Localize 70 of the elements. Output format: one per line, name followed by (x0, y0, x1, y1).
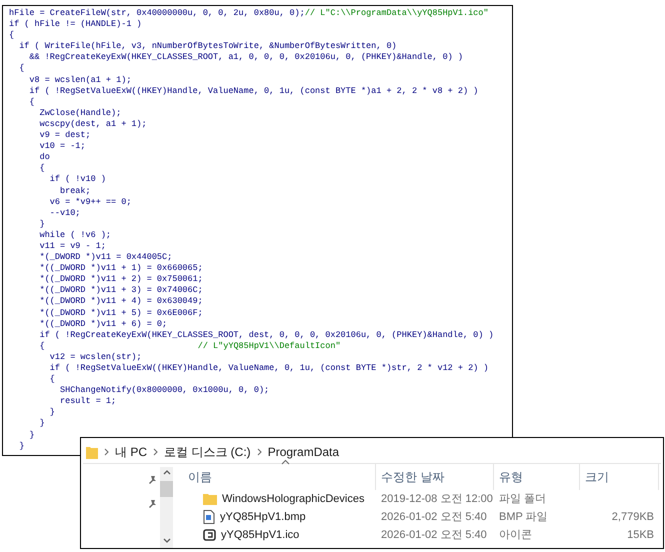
code-line: break; (59, 186, 91, 197)
image-file-icon (203, 510, 215, 524)
code-line: if ( !v10 ) (48, 174, 106, 186)
code-line: if ( hFile != (HANDLE)-1 ) (9, 19, 142, 30)
code-line: { // L"yYQ85HpV1\\DefaultIcon" (38, 340, 341, 352)
scrollbar-thumb[interactable] (160, 481, 173, 497)
pin-icon[interactable] (147, 475, 157, 485)
code-line: SHChangeNotify(0x8000000, 0x1000u, 0, 0); (59, 385, 270, 396)
file-type: 아이콘 (499, 528, 532, 541)
code-line: && !RegCreateKeyExW(HKEY_CLASSES_ROOT, a1, 0, 0, 0, 0x20106u, 0, (PHKEY)&Handle, 0) ) (28, 52, 463, 64)
code-line: v10 = -1; (38, 141, 86, 152)
chevron-icon[interactable] (104, 448, 109, 456)
code-line: *((_DWORD *)v11 + 2) = 0x750061; (38, 274, 203, 286)
modified-date: 2026-01-02 오전 5:40 (381, 528, 487, 541)
column-header[interactable]: 이름 (188, 468, 212, 486)
folder-icon (86, 444, 98, 458)
code-line: wcscpy(dest, a1 + 1); (38, 118, 147, 130)
address-bar[interactable]: 내 PC 로컬 디스크 (C:) ProgramData (83, 440, 661, 464)
breadcrumb-item[interactable]: ProgramData (268, 442, 340, 460)
code-line: v8 = wcslen(a1 + 1); (28, 74, 132, 86)
column-header[interactable]: 크기 (585, 468, 609, 486)
modified-date: 2019-12-08 오전 12:00 (381, 492, 493, 505)
code-line: if ( !RegCreateKeyExW(HKEY_CLASSES_ROOT, dest, 0, 0, 0, 0x20106u, 0, (PHKEY)&Handle, 0) ) (38, 330, 494, 341)
code-line: do (38, 152, 50, 164)
code-line: --v10; (48, 208, 80, 219)
code-line: { (48, 374, 55, 386)
file-type: 파일 폴더 (499, 492, 546, 505)
icon-file-icon (203, 529, 216, 541)
code-line: { (9, 30, 14, 42)
code-line: *(_DWORD *)v11 = 0x44005C; (38, 252, 172, 264)
code-line: { (18, 63, 24, 75)
column-header[interactable]: 유형 (499, 468, 523, 486)
breadcrumb-item[interactable]: 로컬 디스크 (C:) (164, 442, 251, 460)
code-line: { (28, 96, 35, 108)
folder-icon (203, 493, 217, 505)
chevron-icon[interactable] (256, 448, 262, 456)
code-line: } (38, 418, 45, 430)
scrollbar[interactable] (160, 467, 173, 548)
modified-date: 2026-01-02 오전 5:40 (381, 510, 487, 523)
code-line: v6 = *v9++ == 0; (48, 196, 132, 208)
code-line: if ( WriteFile(hFile, v3, nNumberOfBytesToWrite, &NumberOfBytesWritten, 0) (18, 41, 397, 52)
code-line: if ( !RegSetValueExW((HKEY)Handle, ValueName, 0, 1u, (const BYTE *)str, 2 * v12 + 2) ) (48, 363, 488, 374)
pin-icon[interactable] (147, 499, 157, 509)
code-line: if ( !RegSetValueExW((HKEY)Handle, ValueName, 0, 1u, (const BYTE *)a1 + 2, 2 * v8 + 2) ) (28, 86, 478, 97)
file-name[interactable]: yYQ85HpV1.ico (221, 526, 300, 544)
column-header[interactable]: 수정한 날짜 (381, 468, 444, 486)
file-size: 15KB (627, 528, 654, 543)
code-line: } (28, 430, 35, 441)
chevron-icon[interactable] (153, 448, 158, 456)
breadcrumb-item[interactable]: 내 PC (115, 442, 148, 460)
code-line: *((_DWORD *)v11 + 4) = 0x630049; (38, 296, 203, 308)
code-line: } (48, 407, 55, 418)
code-line: v11 = v9 - 1; (38, 240, 106, 252)
code-line: v12 = wcslen(str); (48, 352, 142, 363)
code-line: *((_DWORD *)v11 + 6) = 0; (38, 318, 168, 330)
code-line: v9 = dest; (38, 130, 91, 142)
code-line: while ( !v6 ); (38, 230, 112, 241)
code-line: } (38, 218, 45, 230)
code-line: *((_DWORD *)v11 + 1) = 0x660065; (38, 263, 203, 274)
file-type: BMP 파일 (499, 510, 548, 523)
file-name[interactable]: WindowsHolographicDevices (222, 490, 364, 508)
code-line: } (18, 440, 24, 452)
file-size: 2,779KB (612, 510, 654, 525)
code-line: *((_DWORD *)v11 + 5) = 0x6E006F; (38, 308, 203, 319)
code-line: *((_DWORD *)v11 + 3) = 0x74006C; (38, 285, 203, 296)
code-line: hFile = CreateFileW(str, 0x40000000u, 0, 0, 2u, 0x80u, 0);// L"C:\\ProgramData\\yYQ85HpV1.ico" (9, 8, 488, 20)
code-line: result = 1; (59, 396, 116, 408)
file-name[interactable]: yYQ85HpV1.bmp (220, 508, 306, 526)
code-line: ZwClose(Handle); (38, 108, 122, 119)
code-line: { (38, 163, 45, 174)
